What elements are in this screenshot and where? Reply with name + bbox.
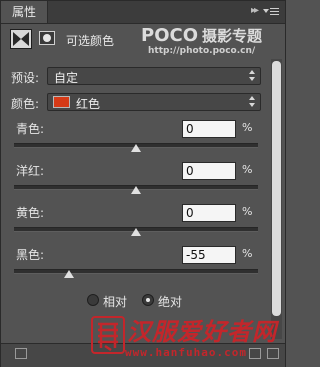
poco-watermark: POCO 摄影专题 [141, 25, 262, 46]
scrollbar-thumb[interactable] [272, 61, 281, 316]
slider-label: 青色: [16, 122, 45, 136]
poco-watermark-url: http://photo.poco.cn/ [148, 46, 256, 56]
properties-panel: 属性 ▸▸ 可选颜色 POCO 摄影专题 http://photo.poco.cn… [0, 0, 286, 367]
preset-label: 预设: [11, 71, 40, 85]
clip-to-layer-icon[interactable] [15, 348, 27, 359]
poco-watermark-cn: 摄影专题 [202, 27, 263, 45]
slider-thumb[interactable] [131, 186, 141, 194]
percent-unit: % [242, 205, 253, 218]
slider-thumb[interactable] [131, 228, 141, 236]
preset-select[interactable]: 自定 [47, 67, 261, 85]
color-swatch [53, 96, 70, 108]
updown-arrows-icon [249, 96, 256, 108]
poco-watermark-brand: POCO [141, 25, 199, 46]
colors-select[interactable]: 红色 [47, 93, 261, 111]
absolute-label: 绝对 [158, 295, 183, 309]
adjustment-layer-icon[interactable] [10, 29, 32, 49]
slider-label: 黄色: [16, 206, 45, 220]
percent-unit: % [242, 163, 253, 176]
trash-icon[interactable] [249, 348, 261, 359]
seal-stamp [91, 316, 125, 354]
slider-track[interactable] [14, 269, 258, 274]
collapse-panel-icon[interactable]: ▸▸ [251, 5, 259, 16]
radio-relative[interactable] [87, 294, 99, 306]
percent-unit: % [242, 121, 253, 134]
relative-label: 相对 [103, 295, 128, 309]
colors-value: 红色 [76, 97, 101, 111]
cyan-value-input[interactable]: 0 [182, 120, 236, 138]
panel-titlebar: 属性 ▸▸ [1, 1, 285, 24]
slider-label: 洋红: [16, 164, 45, 178]
colors-label: 颜色: [11, 97, 40, 111]
black-value-input[interactable]: -55 [182, 246, 236, 264]
layer-mask-icon[interactable] [39, 31, 55, 45]
updown-arrows-icon [249, 70, 256, 82]
tab-properties[interactable]: 属性 [1, 1, 48, 23]
radio-absolute[interactable] [142, 294, 154, 306]
magenta-value-input[interactable]: 0 [182, 162, 236, 180]
visibility-icon[interactable] [267, 348, 279, 359]
slider-thumb[interactable] [63, 270, 74, 278]
hanfu-watermark-url: www.hanfuhao.com [125, 346, 247, 359]
slider-thumb[interactable] [131, 144, 141, 152]
slider-label: 黑色: [16, 248, 45, 262]
panel-menu-icon[interactable] [263, 6, 279, 18]
yellow-value-input[interactable]: 0 [182, 204, 236, 222]
adjustment-title: 可选颜色 [66, 34, 115, 48]
preset-value: 自定 [54, 71, 79, 85]
percent-unit: % [242, 247, 253, 260]
hanfu-watermark: 汉服爱好者网 [127, 317, 277, 346]
